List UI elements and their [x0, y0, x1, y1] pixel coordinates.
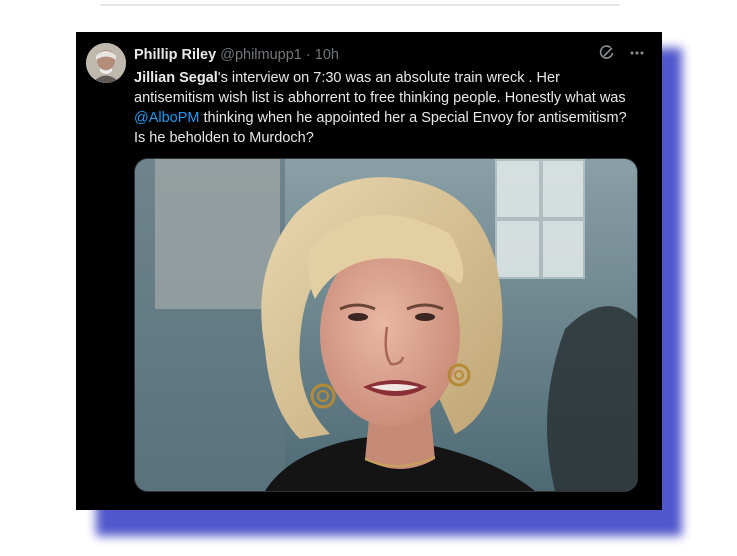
- more-icon-svg: [630, 51, 644, 55]
- avatar[interactable]: [86, 43, 126, 83]
- more-icon[interactable]: [628, 44, 646, 67]
- grok-icon[interactable]: [598, 44, 616, 67]
- divider: [100, 4, 620, 6]
- tweet-card[interactable]: Phillip Riley @philmupp1 · 10h Jillian S…: [76, 32, 662, 510]
- tweet-header: Phillip Riley @philmupp1 · 10h: [134, 46, 339, 64]
- screenshot-stage: Phillip Riley @philmupp1 · 10h Jillian S…: [0, 0, 737, 556]
- photo-illustration: [135, 159, 637, 491]
- author-handle[interactable]: @philmupp1: [220, 47, 302, 63]
- grok-icon-svg: [599, 45, 614, 59]
- separator: ·: [305, 47, 311, 63]
- avatar-image: [86, 43, 126, 83]
- tweet-bold-name: Jillian Segal: [134, 70, 218, 86]
- tweet-text: Jillian Segal's interview on 7:30 was an…: [134, 68, 634, 148]
- timestamp[interactable]: 10h: [315, 47, 339, 63]
- header-actions: [598, 44, 646, 67]
- tweet-text-part2: thinking when he appointed her a Special…: [134, 110, 627, 146]
- mention-link[interactable]: @AlboPM: [134, 110, 200, 126]
- author-name[interactable]: Phillip Riley: [134, 47, 216, 63]
- tweet-photo[interactable]: [134, 158, 638, 492]
